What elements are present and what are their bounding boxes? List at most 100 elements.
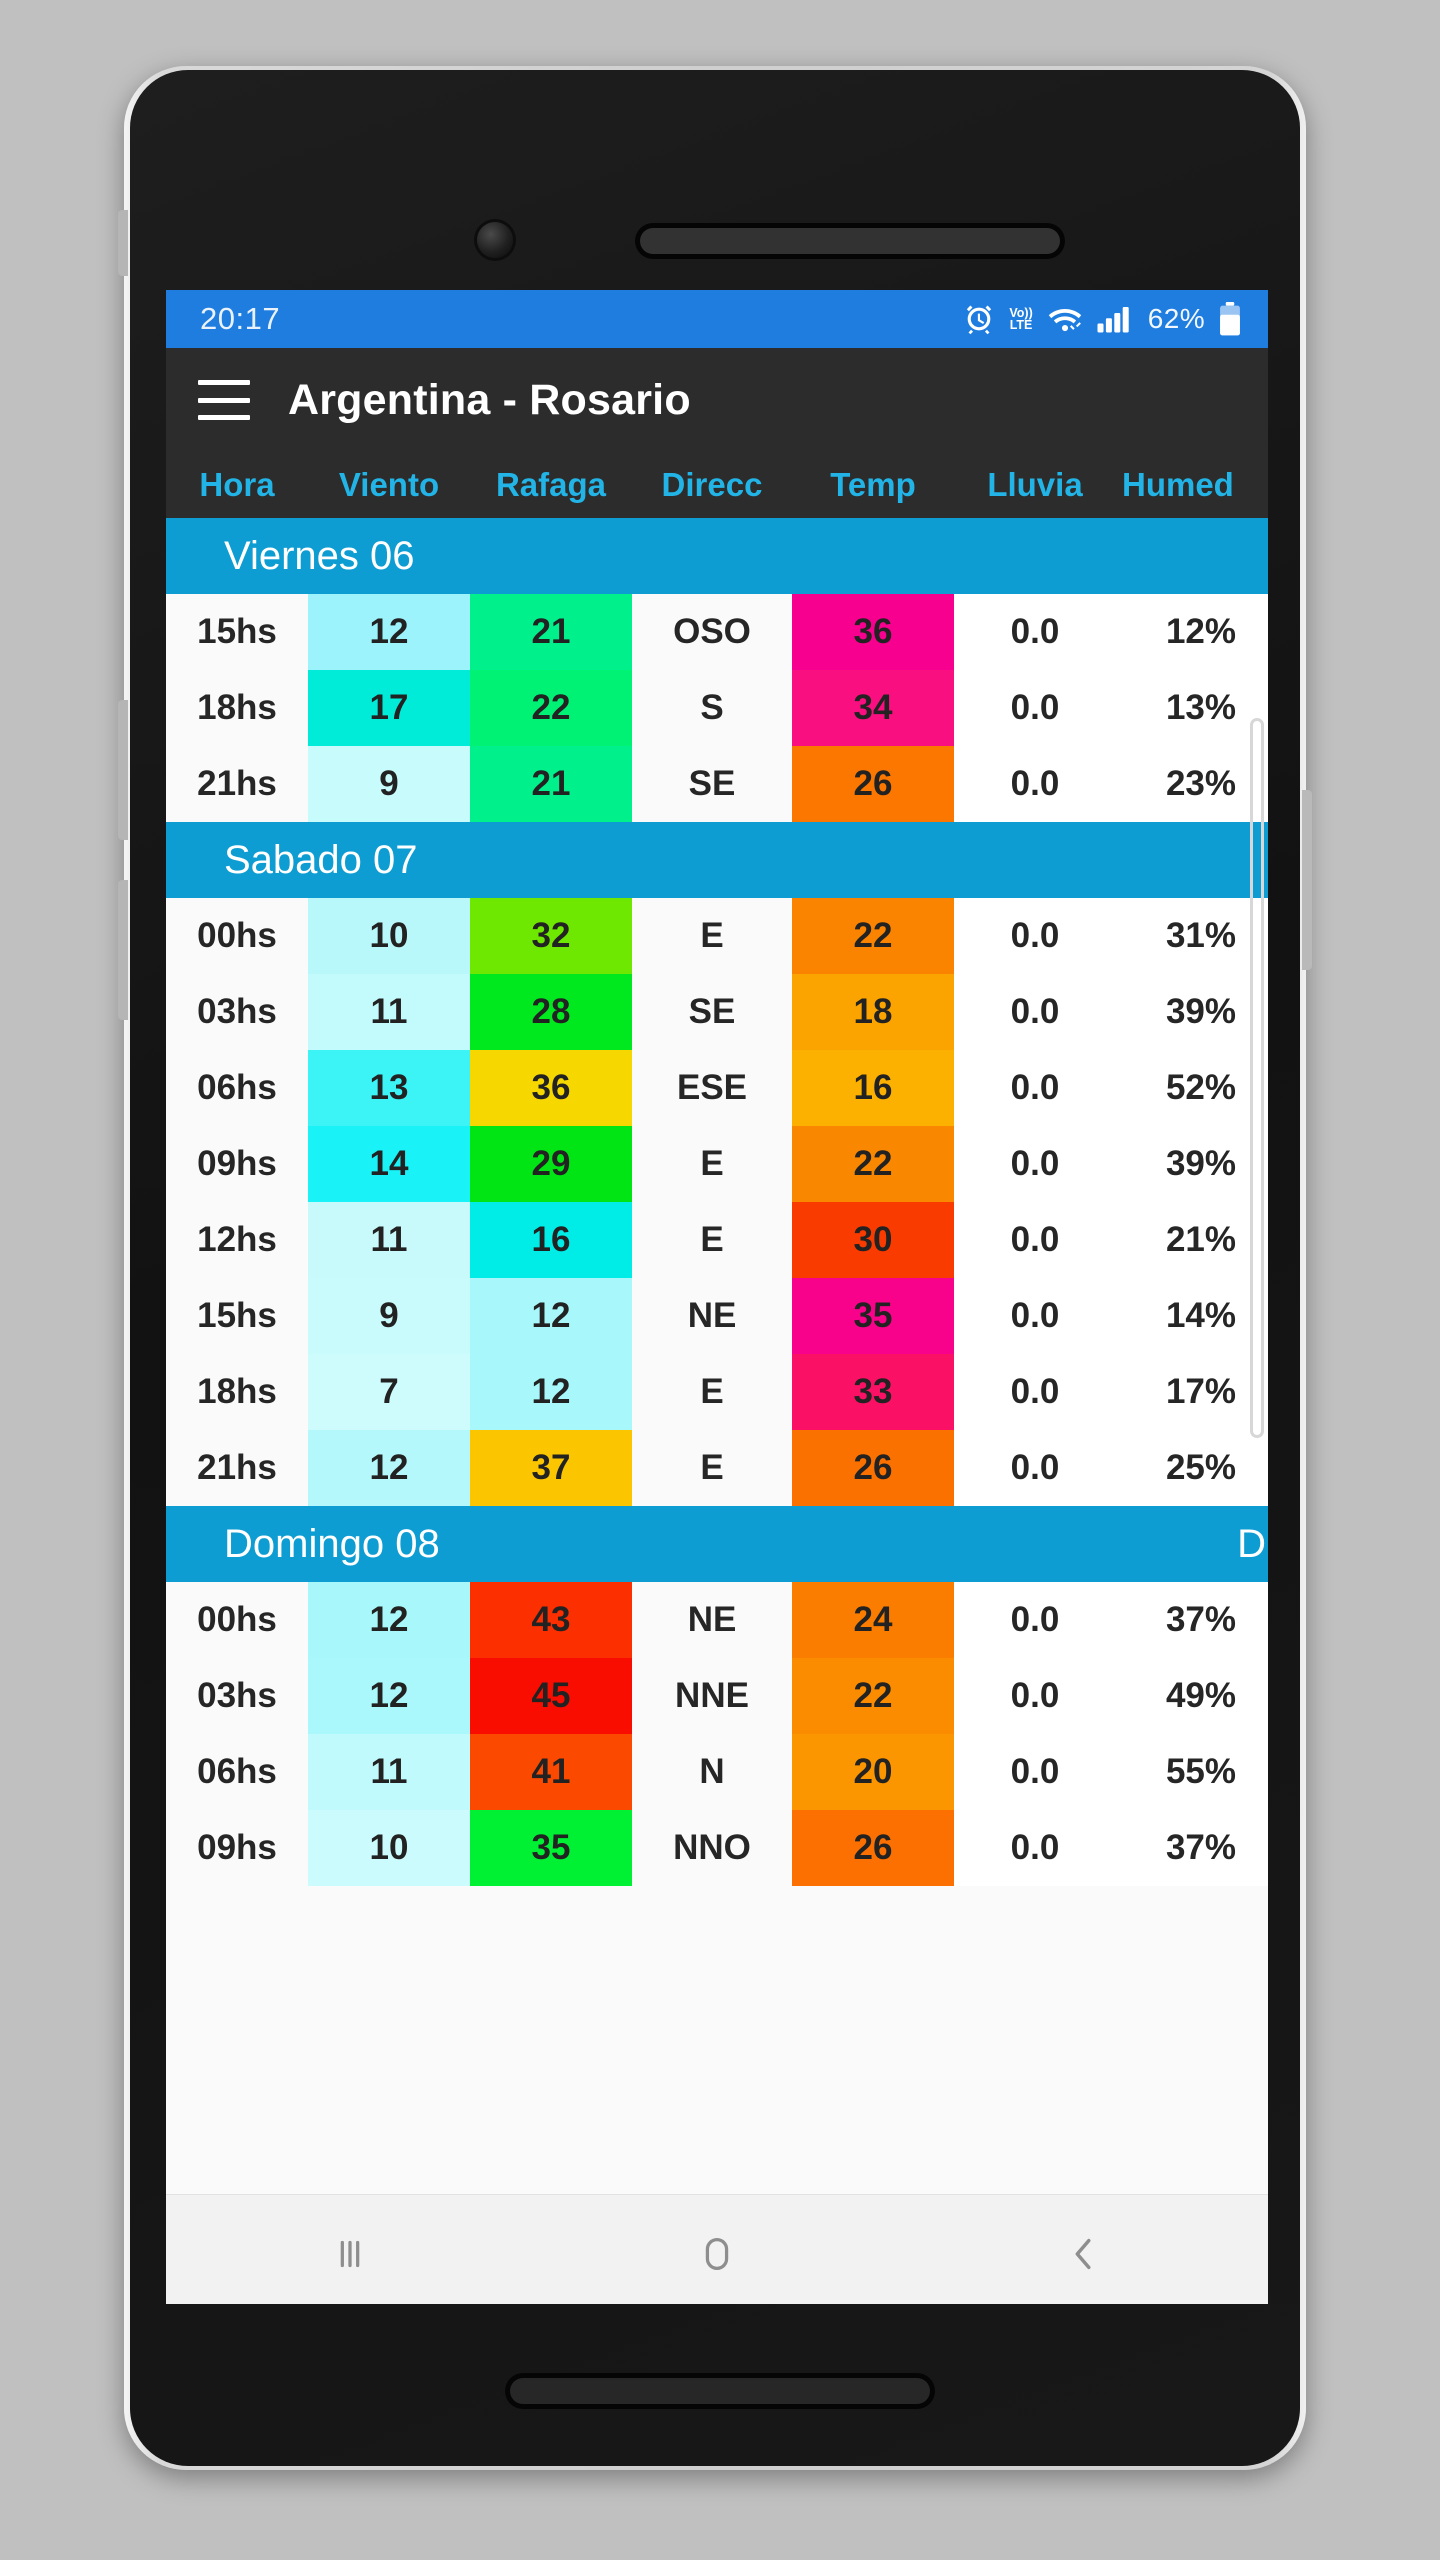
cell-temp: 30 xyxy=(792,1202,954,1278)
signal-icon xyxy=(1097,304,1131,334)
android-navigation-bar xyxy=(166,2194,1268,2304)
cell-viento: 11 xyxy=(308,1202,470,1278)
column-header-temp: Temp xyxy=(830,466,916,503)
cell-humedad: 31% xyxy=(1116,898,1268,974)
cell-hora: 15hs xyxy=(166,1278,308,1354)
table-row[interactable]: 09hs 14 29 E 22 0.0 39% xyxy=(166,1126,1268,1202)
table-row[interactable]: 21hs 12 37 E 26 0.0 25% xyxy=(166,1430,1268,1506)
phone-power-button[interactable] xyxy=(1302,790,1312,970)
status-icons: Vo)) LTE 62% xyxy=(962,302,1242,336)
table-row[interactable]: 03hs 12 45 NNE 22 0.0 49% xyxy=(166,1658,1268,1734)
cell-direcc: ESE xyxy=(632,1050,792,1126)
cell-temp: 22 xyxy=(792,1658,954,1734)
cell-humedad: 12% xyxy=(1116,594,1268,670)
cell-viento: 9 xyxy=(308,746,470,822)
table-row[interactable]: 06hs 13 36 ESE 16 0.0 52% xyxy=(166,1050,1268,1126)
cell-lluvia: 0.0 xyxy=(954,1050,1116,1126)
cell-direcc: SE xyxy=(632,746,792,822)
cell-humedad: 14% xyxy=(1116,1278,1268,1354)
cell-rafaga: 12 xyxy=(470,1354,632,1430)
cell-humedad: 39% xyxy=(1116,974,1268,1050)
battery-icon xyxy=(1218,302,1242,336)
cell-rafaga: 41 xyxy=(470,1734,632,1810)
table-row[interactable]: 09hs 10 35 NNO 26 0.0 37% xyxy=(166,1810,1268,1886)
cell-hora: 12hs xyxy=(166,1202,308,1278)
cell-lluvia: 0.0 xyxy=(954,1582,1116,1658)
cell-direcc: S xyxy=(632,670,792,746)
bottom-speaker xyxy=(510,2378,930,2404)
cell-lluvia: 0.0 xyxy=(954,1430,1116,1506)
cell-rafaga: 21 xyxy=(470,746,632,822)
cell-lluvia: 0.0 xyxy=(954,746,1116,822)
front-camera-icon xyxy=(477,222,513,258)
table-row[interactable]: 15hs 12 21 OSO 36 0.0 12% xyxy=(166,594,1268,670)
cell-lluvia: 0.0 xyxy=(954,974,1116,1050)
cell-rafaga: 45 xyxy=(470,1658,632,1734)
wifi-icon xyxy=(1046,304,1084,334)
column-header-hora: Hora xyxy=(199,466,275,503)
status-clock: 20:17 xyxy=(200,301,281,336)
table-row[interactable]: 15hs 9 12 NE 35 0.0 14% xyxy=(166,1278,1268,1354)
cell-humedad: 37% xyxy=(1116,1582,1268,1658)
table-row[interactable]: 21hs 9 21 SE 26 0.0 23% xyxy=(166,746,1268,822)
cell-rafaga: 29 xyxy=(470,1126,632,1202)
cell-humedad: 25% xyxy=(1116,1430,1268,1506)
recents-icon[interactable] xyxy=(327,2231,373,2277)
forecast-table[interactable]: Viernes 06 15hs 12 21 OSO 36 0.0 12% 18hs 17 22 S 34… xyxy=(166,518,1268,2194)
table-row[interactable]: 18hs 7 12 E 33 0.0 17% xyxy=(166,1354,1268,1430)
cell-lluvia: 0.0 xyxy=(954,1734,1116,1810)
cell-temp: 20 xyxy=(792,1734,954,1810)
hamburger-menu-icon[interactable] xyxy=(198,380,250,420)
cell-lluvia: 0.0 xyxy=(954,1658,1116,1734)
column-header-rafaga: Rafaga xyxy=(495,466,607,503)
cell-rafaga: 35 xyxy=(470,1810,632,1886)
home-icon[interactable] xyxy=(694,2231,740,2277)
cell-humedad: 52% xyxy=(1116,1050,1268,1126)
table-row[interactable]: 18hs 17 22 S 34 0.0 13% xyxy=(166,670,1268,746)
column-header-humedad: Humed xyxy=(1122,466,1234,503)
phone-volume-down-button[interactable] xyxy=(118,880,128,1020)
cell-hora: 09hs xyxy=(166,1126,308,1202)
cell-hora: 21hs xyxy=(166,1430,308,1506)
cell-viento: 11 xyxy=(308,974,470,1050)
column-header-lluvia: Lluvia xyxy=(987,466,1083,503)
table-row[interactable]: 00hs 12 43 NE 24 0.0 37% xyxy=(166,1582,1268,1658)
cell-direcc: NE xyxy=(632,1278,792,1354)
cell-viento: 10 xyxy=(308,898,470,974)
screenshot-canvas: 20:17 Vo)) LTE 62% Argentina - Rosario H… xyxy=(0,0,1440,2560)
day-header-label: Sabado 07 xyxy=(224,837,418,882)
cell-direcc: E xyxy=(632,1126,792,1202)
cell-temp: 26 xyxy=(792,1810,954,1886)
cell-humedad: 23% xyxy=(1116,746,1268,822)
cell-viento: 12 xyxy=(308,1430,470,1506)
cell-direcc: SE xyxy=(632,974,792,1050)
cell-temp: 33 xyxy=(792,1354,954,1430)
cell-viento: 12 xyxy=(308,594,470,670)
cell-temp: 22 xyxy=(792,898,954,974)
cell-viento: 9 xyxy=(308,1278,470,1354)
cell-humedad: 13% xyxy=(1116,670,1268,746)
table-row[interactable]: 06hs 11 41 N 20 0.0 55% xyxy=(166,1734,1268,1810)
phone-volume-up-button[interactable] xyxy=(118,700,128,840)
phone-side-button-top[interactable] xyxy=(118,210,128,276)
cell-temp: 16 xyxy=(792,1050,954,1126)
back-icon[interactable] xyxy=(1061,2231,1107,2277)
table-row[interactable]: 03hs 11 28 SE 18 0.0 39% xyxy=(166,974,1268,1050)
table-row[interactable]: 12hs 11 16 E 30 0.0 21% xyxy=(166,1202,1268,1278)
cell-rafaga: 37 xyxy=(470,1430,632,1506)
cell-hora: 00hs xyxy=(166,1582,308,1658)
cell-rafaga: 32 xyxy=(470,898,632,974)
cell-temp: 35 xyxy=(792,1278,954,1354)
cell-rafaga: 16 xyxy=(470,1202,632,1278)
earpiece-speaker xyxy=(640,228,1060,254)
table-row[interactable]: 00hs 10 32 E 22 0.0 31% xyxy=(166,898,1268,974)
cell-temp: 22 xyxy=(792,1126,954,1202)
cell-lluvia: 0.0 xyxy=(954,1278,1116,1354)
day-header-label: Domingo 08 xyxy=(224,1521,440,1566)
forecast-table-body: Viernes 06 15hs 12 21 OSO 36 0.0 12% 18hs 17 22 S 34… xyxy=(166,518,1268,1886)
cell-lluvia: 0.0 xyxy=(954,898,1116,974)
phone-screen: 20:17 Vo)) LTE 62% Argentina - Rosario H… xyxy=(166,290,1268,2304)
alarm-icon xyxy=(962,302,996,336)
cell-rafaga: 12 xyxy=(470,1278,632,1354)
cell-viento: 11 xyxy=(308,1734,470,1810)
